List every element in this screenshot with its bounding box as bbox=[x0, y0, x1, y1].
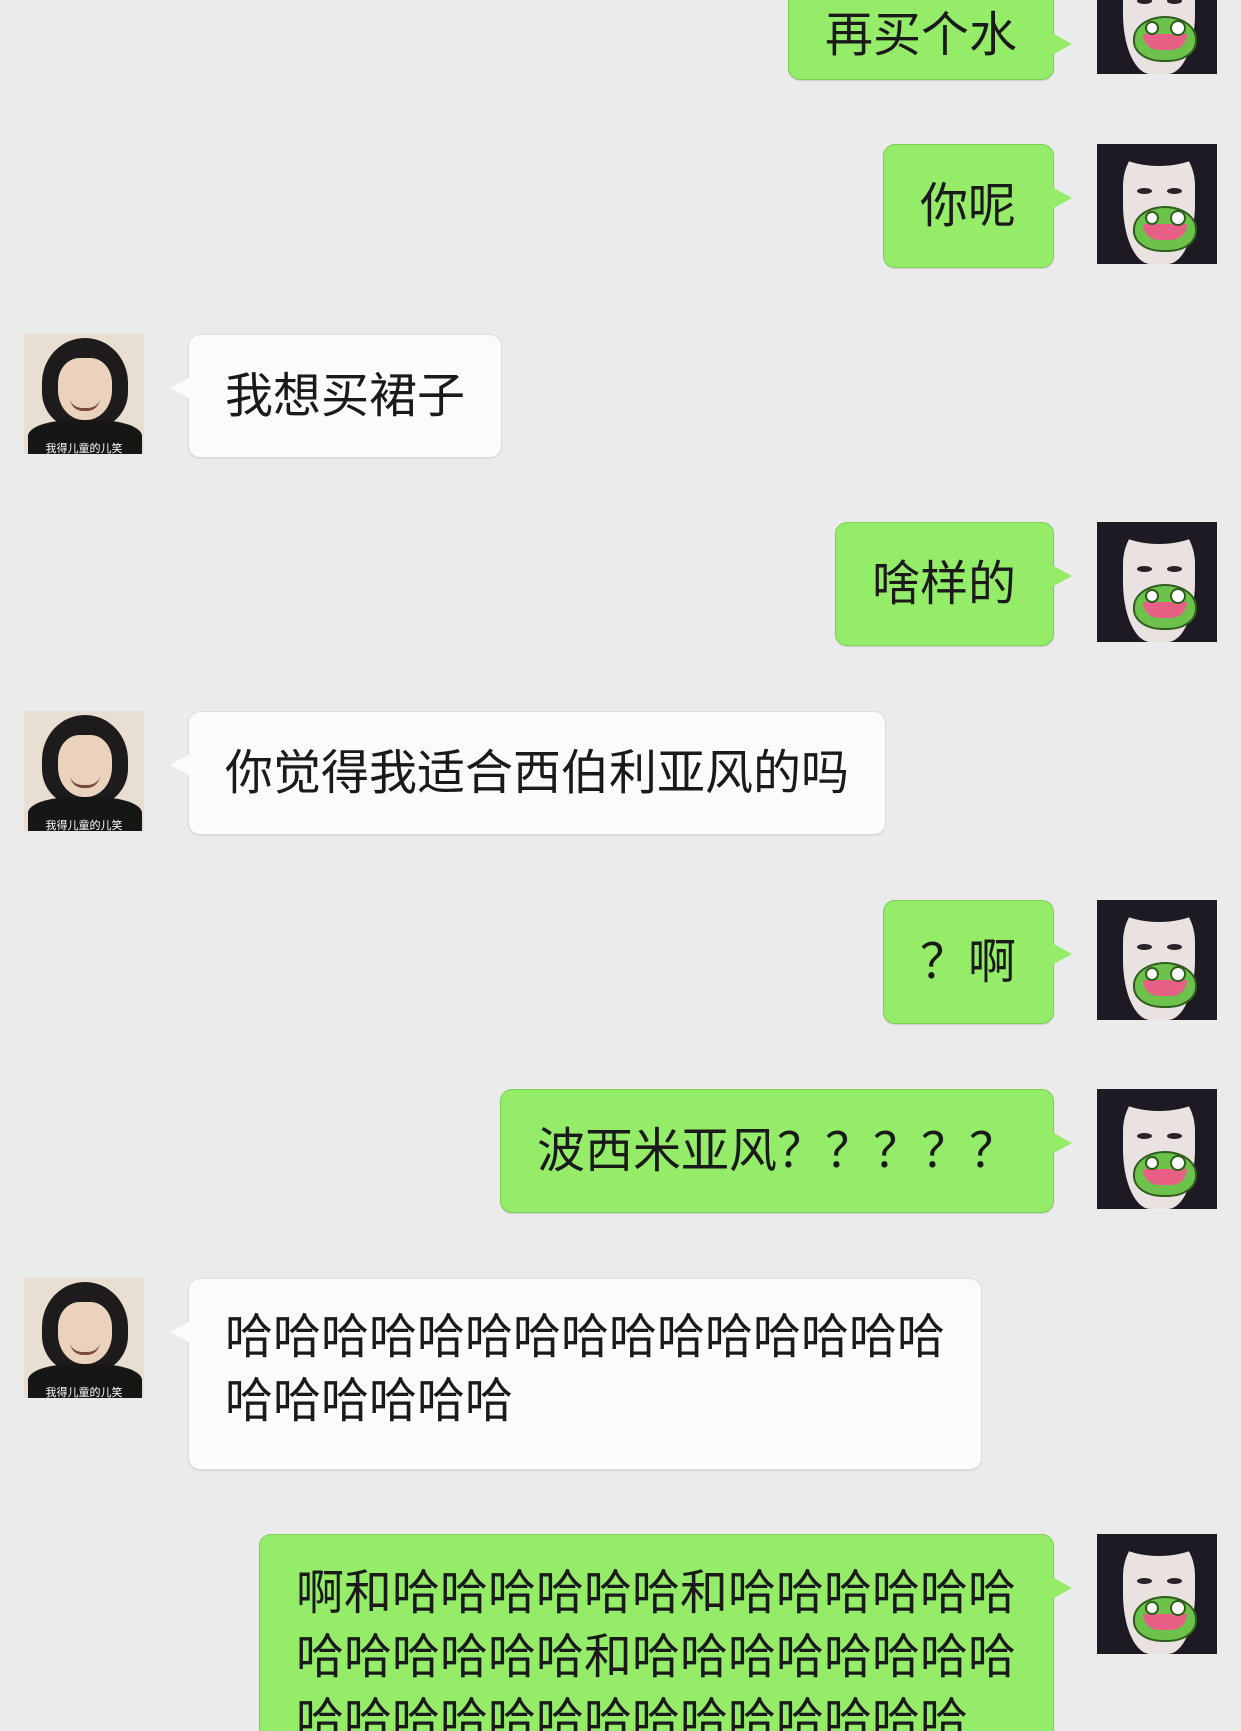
message-text: 你觉得我适合西伯利亚风的吗 bbox=[225, 745, 850, 801]
frog-sticker-icon bbox=[1133, 584, 1197, 630]
chat-area: 再买个水 你呢 我得儿童的儿笑 我想买裙子 啥样的 我得儿童的儿笑 你觉得我适合… bbox=[0, 0, 1241, 1731]
message-bubble-other[interactable]: 我想买裙子 bbox=[170, 334, 502, 458]
avatar-caption: 我得儿童的儿笑 bbox=[45, 442, 123, 454]
message-bubble-other[interactable]: 你觉得我适合西伯利亚风的吗 bbox=[170, 711, 886, 835]
message-row: 啊和哈哈哈哈哈哈和哈哈哈哈哈哈哈哈哈哈哈哈和哈哈哈哈哈哈哈哈哈哈哈哈哈哈哈哈哈哈… bbox=[0, 1534, 1241, 1731]
message-bubble-self[interactable]: 再买个水 bbox=[788, 0, 1072, 80]
frog-sticker-icon bbox=[1133, 16, 1197, 62]
avatar-self[interactable] bbox=[1097, 1534, 1217, 1654]
message-text: 再买个水 bbox=[825, 7, 1018, 63]
frog-sticker-icon bbox=[1133, 1596, 1197, 1642]
frog-sticker-icon bbox=[1133, 206, 1197, 252]
message-text: 啊和哈哈哈哈哈哈和哈哈哈哈哈哈哈哈哈哈哈哈和哈哈哈哈哈哈哈哈哈哈哈哈哈哈哈哈哈哈… bbox=[296, 1565, 1017, 1731]
avatar-other[interactable]: 我得儿童的儿笑 bbox=[24, 334, 144, 454]
message-row: 再买个水 bbox=[0, 0, 1241, 80]
avatar-caption: 我得儿童的儿笑 bbox=[45, 819, 123, 831]
message-text: 啥样的 bbox=[872, 556, 1017, 612]
avatar-self[interactable] bbox=[1097, 0, 1217, 74]
avatar-self[interactable] bbox=[1097, 1089, 1217, 1209]
avatar-other[interactable]: 我得儿童的儿笑 bbox=[24, 711, 144, 831]
avatar-caption: 我得儿童的儿笑 bbox=[45, 1386, 123, 1398]
message-row: 我得儿童的儿笑 你觉得我适合西伯利亚风的吗 bbox=[0, 711, 1241, 835]
message-row: 波西米亚风？？？？？ bbox=[0, 1089, 1241, 1213]
message-bubble-self[interactable]: 波西米亚风？？？？？ bbox=[500, 1089, 1072, 1213]
message-row: 啥样的 bbox=[0, 522, 1241, 646]
message-bubble-self[interactable]: 啊和哈哈哈哈哈哈和哈哈哈哈哈哈哈哈哈哈哈哈和哈哈哈哈哈哈哈哈哈哈哈哈哈哈哈哈哈哈… bbox=[259, 1534, 1072, 1731]
avatar-other[interactable]: 我得儿童的儿笑 bbox=[24, 1278, 144, 1398]
message-text: 哈哈哈哈哈哈哈哈哈哈哈哈哈哈哈哈哈哈哈哈哈 bbox=[225, 1309, 946, 1429]
message-text: ？啊 bbox=[920, 934, 1017, 990]
avatar-self[interactable] bbox=[1097, 144, 1217, 264]
message-row: 我得儿童的儿笑 我想买裙子 bbox=[0, 334, 1241, 458]
message-bubble-self[interactable]: 啥样的 bbox=[835, 522, 1072, 646]
message-text: 波西米亚风？？？？？ bbox=[537, 1123, 1018, 1179]
frog-sticker-icon bbox=[1133, 962, 1197, 1008]
message-bubble-other[interactable]: 哈哈哈哈哈哈哈哈哈哈哈哈哈哈哈哈哈哈哈哈哈 bbox=[170, 1278, 982, 1470]
message-text: 你呢 bbox=[920, 178, 1017, 234]
message-bubble-self[interactable]: ？啊 bbox=[883, 900, 1072, 1024]
message-row: 你呢 bbox=[0, 144, 1241, 268]
message-row: ？啊 bbox=[0, 900, 1241, 1024]
frog-sticker-icon bbox=[1133, 1151, 1197, 1197]
avatar-self[interactable] bbox=[1097, 900, 1217, 1020]
message-text: 我想买裙子 bbox=[225, 368, 466, 424]
message-row: 我得儿童的儿笑 哈哈哈哈哈哈哈哈哈哈哈哈哈哈哈哈哈哈哈哈哈 bbox=[0, 1278, 1241, 1470]
avatar-self[interactable] bbox=[1097, 522, 1217, 642]
message-bubble-self[interactable]: 你呢 bbox=[883, 144, 1072, 268]
